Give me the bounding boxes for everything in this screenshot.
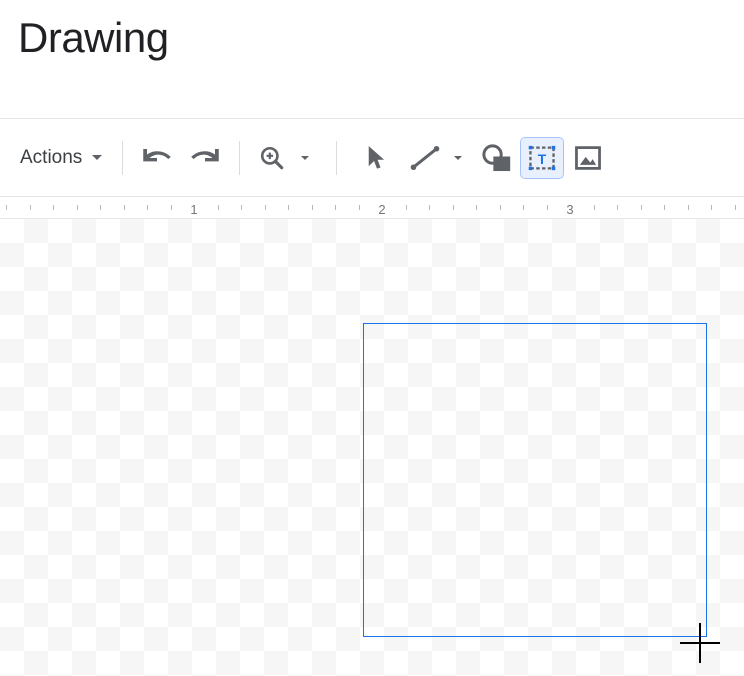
separator [122,141,123,175]
ruler-label: 3 [566,202,573,217]
undo-button[interactable] [133,138,181,178]
separator [239,141,240,175]
text-box-icon: T [527,144,557,172]
toolbar: Actions [0,119,744,197]
actions-label: Actions [20,147,86,169]
shapes-icon [481,144,511,172]
zoom-dropdown[interactable] [294,138,316,178]
svg-text:T: T [538,150,547,166]
drawing-canvas[interactable] [0,219,744,676]
chevron-down-icon [92,155,102,160]
ruler-label: 2 [378,202,385,217]
actions-menu[interactable]: Actions [10,138,112,178]
horizontal-ruler: 1 2 3 [0,197,744,219]
zoom-in-icon [259,145,285,171]
separator [336,141,337,175]
redo-button[interactable] [181,138,229,178]
ruler-label: 1 [190,202,197,217]
image-icon [573,144,603,172]
image-tool[interactable] [567,138,609,178]
line-tool[interactable] [403,138,447,178]
chevron-down-icon [454,156,462,160]
shape-tool[interactable] [475,138,517,178]
cursor-icon [365,145,389,171]
text-box-tool[interactable]: T [521,138,563,178]
zoom-button[interactable] [250,138,294,178]
chevron-down-icon [301,156,309,160]
redo-icon [190,146,220,170]
select-tool[interactable] [357,138,397,178]
undo-icon [142,146,172,170]
textbox-drag-rect[interactable] [363,323,707,637]
line-icon [410,145,440,171]
page-title: Drawing [18,14,169,62]
title-bar: Drawing [0,0,744,118]
line-dropdown[interactable] [447,138,469,178]
